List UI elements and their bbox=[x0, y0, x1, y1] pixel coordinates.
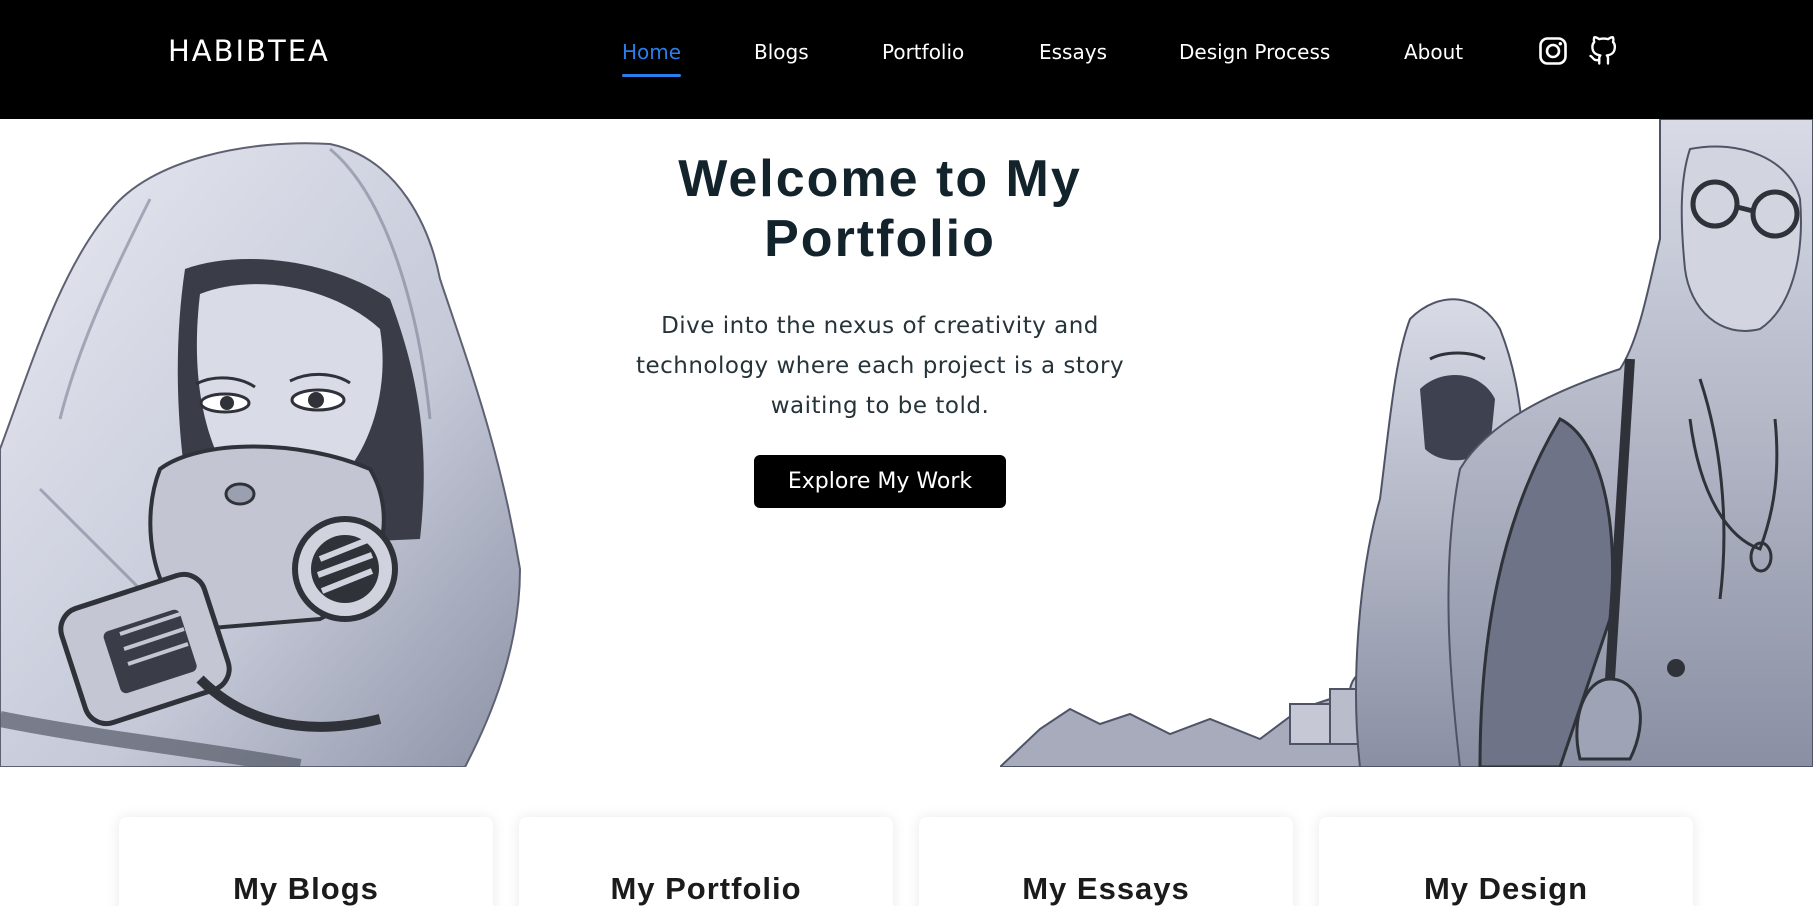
card-portfolio[interactable]: My Portfolio bbox=[519, 817, 893, 906]
card-blogs[interactable]: My Blogs bbox=[119, 817, 493, 906]
nav-home[interactable]: Home bbox=[622, 40, 682, 77]
card-title: My Blogs bbox=[233, 871, 379, 906]
nav-design-process[interactable]: Design Process bbox=[1179, 40, 1330, 64]
nav-portfolio[interactable]: Portfolio bbox=[882, 40, 964, 64]
hero-title: Welcome to My Portfolio bbox=[678, 150, 1082, 268]
top-navbar: HABIBTEA Home Blogs Portfolio Essays Des… bbox=[0, 0, 1813, 119]
brand-logo[interactable]: HABIBTEA bbox=[168, 34, 330, 68]
hero-section: Welcome to My Portfolio Dive into the ne… bbox=[0, 119, 1813, 767]
nav-blogs[interactable]: Blogs bbox=[754, 40, 809, 64]
card-essays[interactable]: My Essays bbox=[919, 817, 1293, 906]
hero-illustration-left bbox=[0, 142, 522, 767]
card-title: My Design bbox=[1423, 871, 1589, 906]
nav-about[interactable]: About bbox=[1404, 40, 1463, 64]
github-icon[interactable] bbox=[1588, 36, 1618, 66]
section-cards: My Blogs My Portfolio My Essays My Desig… bbox=[0, 767, 1813, 906]
nav-essays[interactable]: Essays bbox=[1039, 40, 1107, 64]
instagram-icon[interactable] bbox=[1538, 36, 1568, 66]
card-title: My Essays bbox=[1022, 871, 1190, 906]
card-title: My Portfolio bbox=[610, 871, 802, 906]
card-design[interactable]: My Design bbox=[1319, 817, 1693, 906]
hero-subtitle: Dive into the nexus of creativity and te… bbox=[635, 313, 1125, 419]
explore-my-work-button[interactable]: Explore My Work bbox=[754, 455, 1006, 508]
